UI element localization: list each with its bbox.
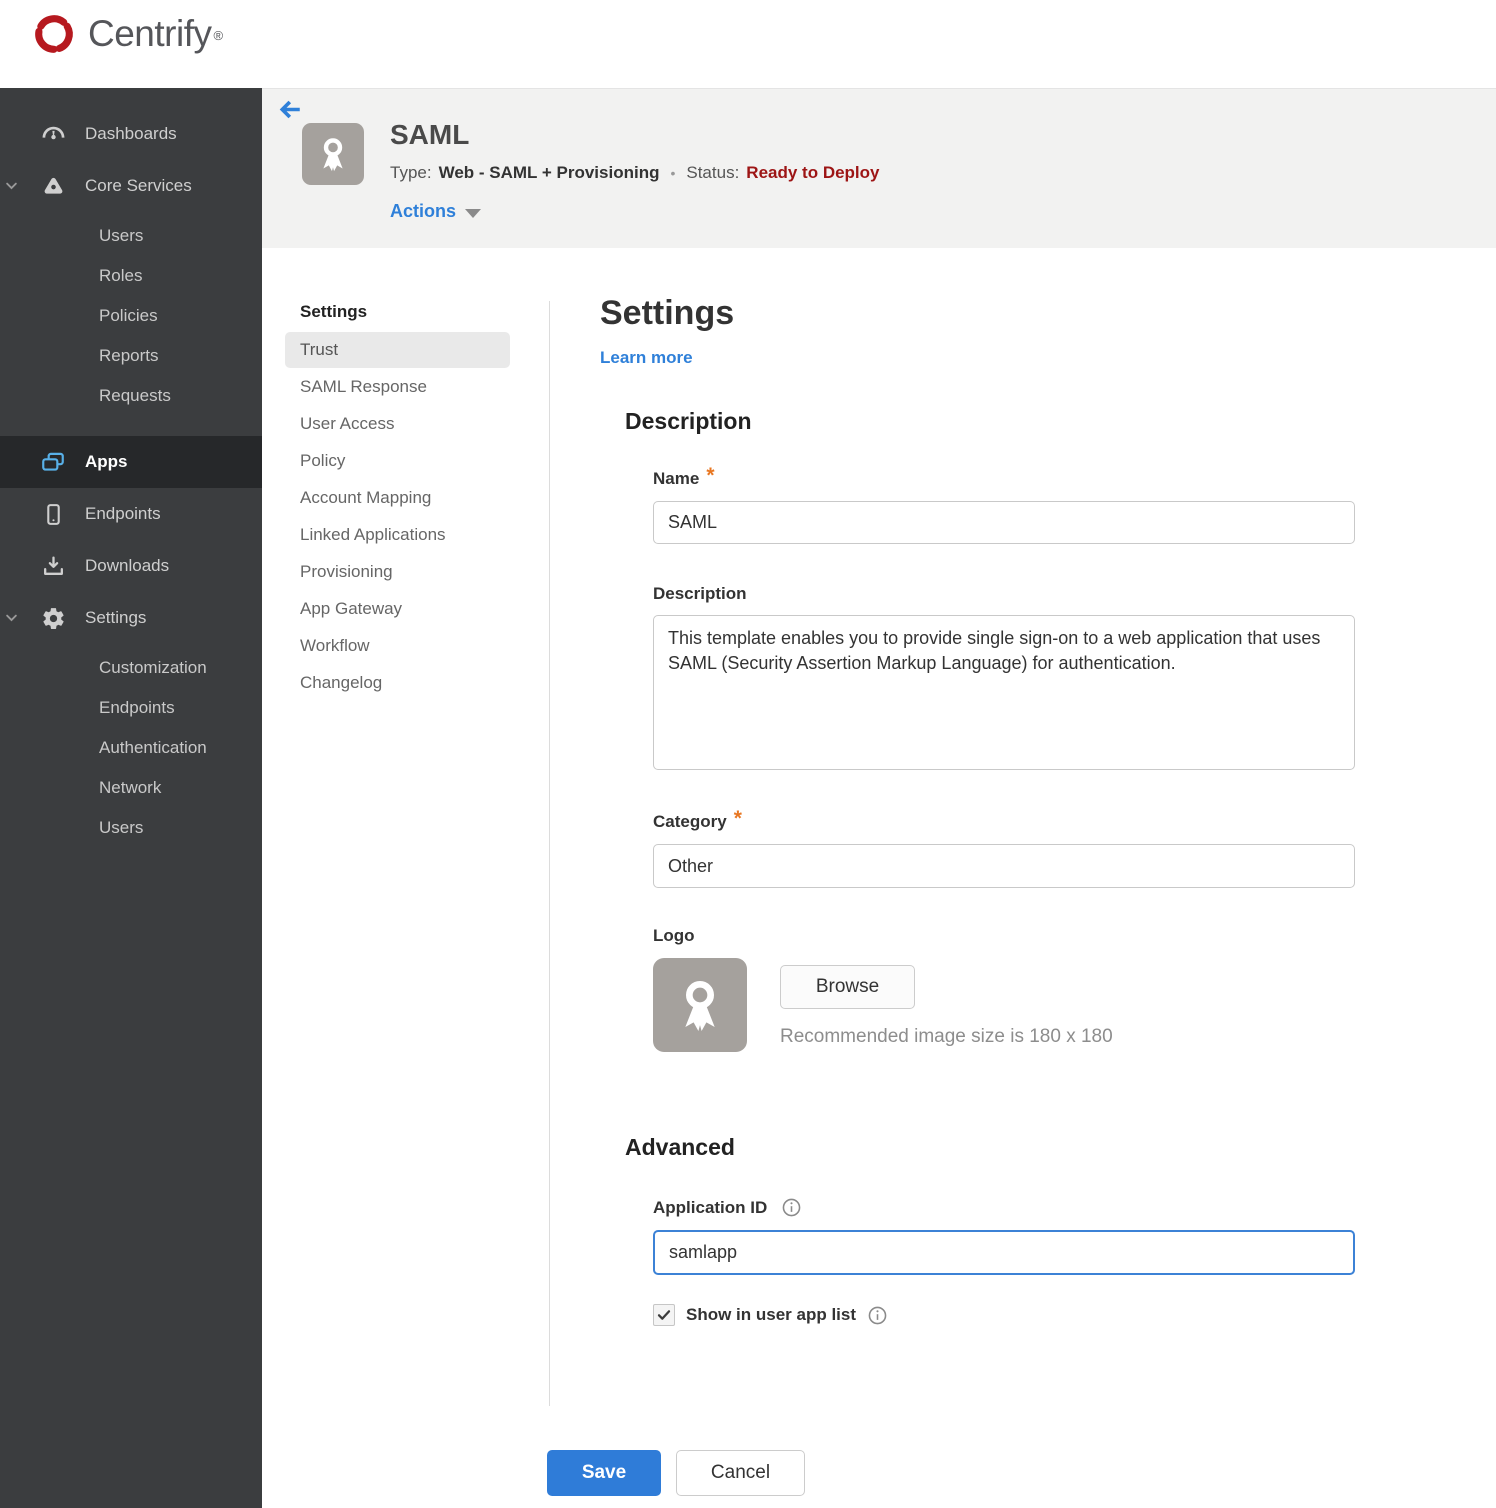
subnav-item-workflow[interactable]: Workflow <box>285 628 510 664</box>
type-label: Type: <box>390 163 432 182</box>
sidebar-subitem-reports[interactable]: Reports <box>0 336 262 376</box>
page-content: SAML Type: Web - SAML + Provisioning • S… <box>262 88 1496 1508</box>
top-bar: Centrify ® <box>0 0 1496 88</box>
required-asterisk: * <box>733 807 742 830</box>
subnav-item-provisioning[interactable]: Provisioning <box>285 554 510 590</box>
sidebar-subitem-requests[interactable]: Requests <box>0 376 262 416</box>
app-window: Centrify ® Dashboards Core Services User… <box>0 0 1496 1508</box>
sidebar-item-label: Settings <box>85 608 147 627</box>
logo-label-row: Logo <box>653 926 1355 946</box>
application-id-input[interactable] <box>653 1230 1355 1275</box>
learn-more-link[interactable]: Learn more <box>600 348 693 368</box>
save-button[interactable]: Save <box>547 1450 661 1496</box>
subnav-item-app-gateway[interactable]: App Gateway <box>285 591 510 627</box>
subnav-item-user-access[interactable]: User Access <box>285 406 510 442</box>
caret-down-icon <box>465 208 482 218</box>
application-id-label: Application ID <box>653 1197 768 1217</box>
sidebar-item-core-services[interactable]: Core Services <box>0 160 262 212</box>
sidebar-item-label: Dashboards <box>85 124 177 143</box>
logo-label: Logo <box>653 926 695 945</box>
subnav-item-policy[interactable]: Policy <box>285 443 510 479</box>
info-icon[interactable] <box>867 1305 888 1326</box>
status-label: Status: <box>686 163 740 182</box>
sidebar-item-apps[interactable]: Apps <box>0 436 262 488</box>
description-section-heading: Description <box>625 408 752 434</box>
settings-submenu: Customization Endpoints Authentication N… <box>0 644 262 858</box>
app-logo-preview <box>653 958 747 1052</box>
browse-button[interactable]: Browse <box>780 965 915 1009</box>
registered-mark: ® <box>213 27 224 43</box>
sidebar-item-dashboards[interactable]: Dashboards <box>0 108 262 160</box>
sidebar-subitem-network[interactable]: Network <box>0 768 262 808</box>
subnav-item-account-mapping[interactable]: Account Mapping <box>285 480 510 516</box>
sidebar-subitem-users[interactable]: Users <box>0 808 262 848</box>
application-id-label-row: Application ID <box>653 1197 1355 1218</box>
subnav-item-saml-response[interactable]: SAML Response <box>285 369 510 405</box>
show-in-app-list-checkbox[interactable] <box>653 1304 675 1326</box>
sidebar-item-endpoints[interactable]: Endpoints <box>0 488 262 540</box>
subnav-item-changelog[interactable]: Changelog <box>285 665 510 701</box>
download-icon <box>40 553 66 579</box>
sidebar-subitem-endpoints[interactable]: Endpoints <box>0 688 262 728</box>
sidebar: Dashboards Core Services Users Roles Pol… <box>0 88 262 1508</box>
name-label: Name <box>653 469 700 488</box>
app-header: SAML Type: Web - SAML + Provisioning • S… <box>262 88 1496 248</box>
sidebar-item-label: Apps <box>85 452 128 471</box>
category-input[interactable] <box>653 844 1355 888</box>
info-icon[interactable] <box>781 1197 802 1218</box>
type-value: Web - SAML + Provisioning <box>438 163 660 182</box>
category-label-row: Category * <box>653 807 1355 832</box>
core-services-icon <box>40 173 66 199</box>
actions-label: Actions <box>390 201 457 221</box>
subnav-heading: Settings <box>300 302 368 321</box>
centrify-logo: Centrify ® <box>30 10 223 58</box>
page-title: Settings <box>600 294 735 332</box>
sidebar-item-downloads[interactable]: Downloads <box>0 540 262 592</box>
subnav-item-trust[interactable]: Trust <box>285 332 510 368</box>
sidebar-item-label: Endpoints <box>85 504 161 523</box>
sidebar-subitem-users[interactable]: Users <box>0 216 262 256</box>
name-input[interactable] <box>653 501 1355 544</box>
sidebar-subitem-policies[interactable]: Policies <box>0 296 262 336</box>
sidebar-subitem-authentication[interactable]: Authentication <box>0 728 262 768</box>
core-services-submenu: Users Roles Policies Reports Requests <box>0 212 262 426</box>
show-in-app-list-row: Show in user app list <box>653 1304 1355 1326</box>
description-label-row: Description <box>653 584 1355 604</box>
logo-size-hint: Recommended image size is 180 x 180 <box>780 1026 1113 1047</box>
app-logo-small <box>302 123 364 185</box>
description-label: Description <box>653 584 747 603</box>
brand-name: Centrify <box>88 13 212 54</box>
sidebar-item-label: Downloads <box>85 556 170 575</box>
gauge-icon <box>40 121 66 147</box>
chevron-down-icon[interactable] <box>4 610 20 626</box>
app-meta: Type: Web - SAML + Provisioning • Status… <box>390 163 880 183</box>
description-textarea[interactable]: This template enables you to provide sin… <box>653 615 1355 770</box>
meta-separator: • <box>670 165 676 181</box>
sidebar-subitem-customization[interactable]: Customization <box>0 648 262 688</box>
sidebar-subitem-roles[interactable]: Roles <box>0 256 262 296</box>
status-value: Ready to Deploy <box>746 163 880 182</box>
app-title: SAML <box>390 119 470 150</box>
settings-form: Settings Learn more Description Name * D… <box>547 248 1355 1496</box>
category-label: Category <box>653 812 727 831</box>
sidebar-item-settings[interactable]: Settings <box>0 592 262 644</box>
advanced-section-heading: Advanced <box>625 1134 735 1160</box>
vertical-divider <box>549 301 550 1406</box>
apps-icon <box>40 449 66 475</box>
settings-subnav: Settings Trust SAML Response User Access… <box>285 293 510 702</box>
subnav-item-linked-applications[interactable]: Linked Applications <box>285 517 510 553</box>
chevron-down-icon[interactable] <box>4 178 20 194</box>
sidebar-item-label: Core Services <box>85 176 192 195</box>
show-in-app-list-label: Show in user app list <box>686 1305 857 1324</box>
required-asterisk: * <box>706 464 715 487</box>
actions-dropdown[interactable]: Actions <box>390 201 482 222</box>
cancel-button[interactable]: Cancel <box>676 1450 805 1496</box>
mobile-device-icon <box>40 501 66 527</box>
centrify-swirl-icon <box>35 15 73 53</box>
gear-icon <box>40 605 66 631</box>
back-arrow-icon[interactable] <box>277 98 303 124</box>
name-label-row: Name * <box>653 464 1355 489</box>
logo-row: Browse Recommended image size is 180 x 1… <box>653 958 1355 1052</box>
form-actions: Save Cancel <box>547 1450 1355 1496</box>
